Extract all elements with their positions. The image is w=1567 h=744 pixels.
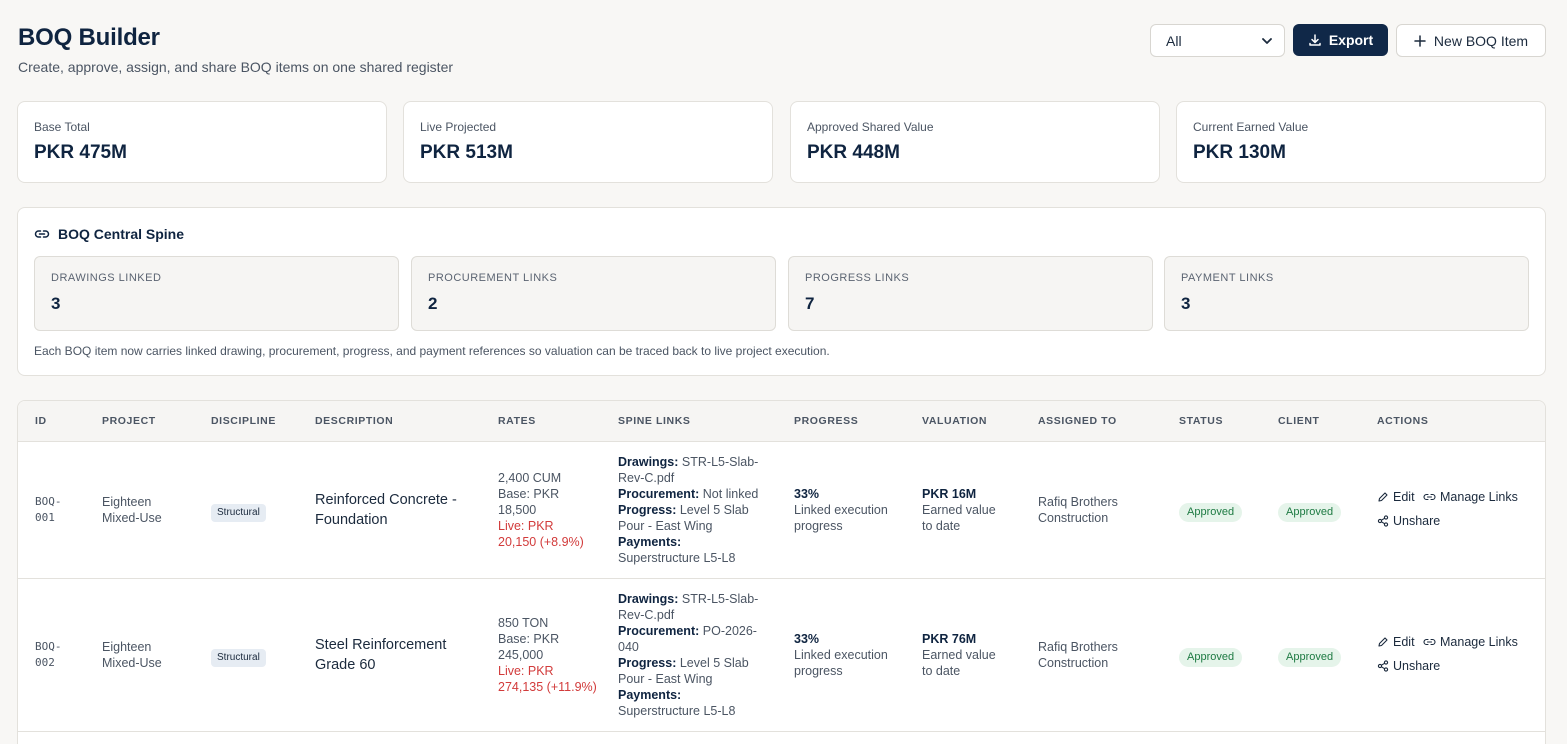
rates: 2,400 CUM Base: PKR 18,500 Live: PKR 20,… — [498, 471, 584, 549]
spine-note: Each BOQ item now carries linked drawing… — [34, 344, 830, 358]
manage-links-label: Manage Links — [1440, 635, 1518, 649]
spine-links: Drawings: STR-L5-Slab- Rev-C.pdf Procure… — [618, 592, 759, 718]
assigned-to: Rafiq Brothers Construction — [1038, 495, 1118, 525]
edit-label: Edit — [1393, 635, 1415, 649]
page-subtitle: Create, approve, assign, and share BOQ i… — [18, 59, 454, 75]
column-header-actions: Actions — [1377, 415, 1429, 427]
kpi-value: PKR 130M — [1193, 142, 1286, 163]
filter-select[interactable]: All — [1150, 24, 1285, 57]
kpi-label: Base Total — [34, 120, 90, 134]
table-header: ID Project Discipline Description Rates … — [18, 401, 1545, 442]
unshare-label: Unshare — [1393, 659, 1441, 673]
link-icon — [34, 226, 50, 242]
boq-id: BOQ- 002 — [35, 640, 62, 669]
spine-title-text: BOQ Central Spine — [58, 226, 185, 242]
kpi-value: PKR 448M — [807, 142, 900, 163]
export-label: Export — [1328, 32, 1374, 48]
spine-card-payments: Payment Links 3 — [1164, 256, 1529, 331]
column-header-description[interactable]: Description — [315, 415, 393, 427]
kpi-card-current-earned-value: Current Earned Value PKR 130M — [1176, 101, 1546, 183]
unshare-label: Unshare — [1393, 514, 1441, 528]
spine-card-label: Procurement Links — [428, 272, 558, 284]
spine-card-progress: Progress Links 7 — [788, 256, 1153, 331]
manage-links-button[interactable]: Manage Links — [1423, 635, 1518, 649]
kpi-label: Approved Shared Value — [807, 120, 934, 134]
share-icon — [1377, 660, 1389, 672]
table-row[interactable]: BOQ- 002 Eighteen Mixed-Use Structural Ste… — [18, 579, 1545, 732]
column-header-project[interactable]: Project — [102, 415, 156, 427]
kpi-label: Current Earned Value — [1193, 120, 1309, 134]
spine-card-label: Drawings Linked — [51, 272, 162, 284]
column-header-rates[interactable]: Rates — [498, 415, 536, 427]
boq-central-spine-panel: BOQ Central Spine Drawings Linked 3 Proc… — [17, 207, 1546, 376]
unshare-button[interactable]: Unshare — [1377, 659, 1440, 673]
project-name: Eighteen Mixed-Use — [102, 640, 162, 670]
project-name: Eighteen Mixed-Use — [102, 495, 162, 525]
link-icon — [1423, 636, 1436, 648]
share-icon — [1377, 515, 1389, 527]
discipline-badge: Structural — [211, 649, 266, 667]
column-header-spine-links[interactable]: Spine Links — [618, 415, 691, 427]
spine-card-label: Payment Links — [1181, 272, 1274, 284]
progress: 33% Linked execution progress — [794, 632, 888, 678]
manage-links-label: Manage Links — [1440, 490, 1518, 504]
item-description: Steel Reinforcement Grade 60 — [315, 637, 447, 673]
kpi-card-live-projected: Live Projected PKR 513M — [403, 101, 773, 183]
rates: 850 TON Base: PKR 245,000 Live: PKR 274,… — [498, 616, 597, 694]
unshare-button[interactable]: Unshare — [1377, 514, 1440, 528]
column-header-assigned-to[interactable]: Assigned To — [1038, 415, 1117, 427]
spine-title: BOQ Central Spine — [34, 226, 184, 242]
manage-links-button[interactable]: Manage Links — [1423, 490, 1518, 504]
discipline-badge: Structural — [211, 504, 266, 522]
spine-card-procurement: Procurement Links 2 — [411, 256, 776, 331]
edit-button[interactable]: Edit — [1377, 490, 1415, 504]
plus-icon — [1414, 34, 1426, 47]
kpi-value: PKR 513M — [420, 142, 513, 163]
kpi-card-approved-shared-value: Approved Shared Value PKR 448M — [790, 101, 1160, 183]
status-badge: Approved — [1179, 648, 1243, 667]
status-badge: Approved — [1179, 503, 1243, 522]
export-button[interactable]: Export — [1293, 24, 1388, 56]
progress: 33% Linked execution progress — [794, 487, 888, 533]
edit-label: Edit — [1393, 490, 1415, 504]
column-header-valuation[interactable]: Valuation — [922, 415, 987, 427]
kpi-card-base-total: Base Total PKR 475M — [17, 101, 387, 183]
page-title: BOQ Builder — [18, 24, 160, 51]
kpi-value: PKR 475M — [34, 142, 127, 163]
client-status-badge: Approved — [1278, 648, 1342, 667]
spine-links: Drawings: STR-L5-Slab- Rev-C.pdf Procure… — [618, 455, 759, 565]
kpi-label: Live Projected — [420, 120, 497, 134]
boq-id: BOQ- 001 — [35, 495, 62, 524]
column-header-discipline[interactable]: Discipline — [211, 415, 276, 427]
new-boq-item-label: New BOQ Item — [1433, 32, 1529, 49]
valuation: PKR 16M Earned value to date — [922, 487, 996, 533]
table-row[interactable]: BOQ- 001 Eighteen Mixed-Use Structural Rei… — [18, 442, 1545, 579]
edit-button[interactable]: Edit — [1377, 635, 1415, 649]
link-icon — [1423, 491, 1436, 503]
column-header-id[interactable]: ID — [35, 415, 47, 427]
filter-select-value: All — [1166, 32, 1182, 49]
new-boq-item-button[interactable]: New BOQ Item — [1396, 24, 1546, 57]
spine-card-drawings: Drawings Linked 3 — [34, 256, 399, 331]
spine-card-value: 3 — [1181, 294, 1191, 313]
boq-table: ID Project Discipline Description Rates … — [17, 400, 1546, 744]
item-description: Reinforced Concrete - Foundation — [315, 492, 457, 528]
valuation: PKR 76M Earned value to date — [922, 632, 996, 678]
spine-card-value: 2 — [428, 294, 438, 313]
pencil-icon — [1377, 636, 1389, 648]
spine-card-value: 7 — [805, 294, 815, 313]
spine-card-label: Progress Links — [805, 272, 910, 284]
chevron-down-icon — [1260, 34, 1274, 48]
download-icon — [1308, 33, 1322, 47]
column-header-status[interactable]: Status — [1179, 415, 1223, 427]
spine-card-value: 3 — [51, 294, 61, 313]
client-status-badge: Approved — [1278, 503, 1342, 522]
column-header-client[interactable]: Client — [1278, 415, 1320, 427]
pencil-icon — [1377, 491, 1389, 503]
assigned-to: Rafiq Brothers Construction — [1038, 640, 1118, 670]
column-header-progress[interactable]: Progress — [794, 415, 858, 427]
